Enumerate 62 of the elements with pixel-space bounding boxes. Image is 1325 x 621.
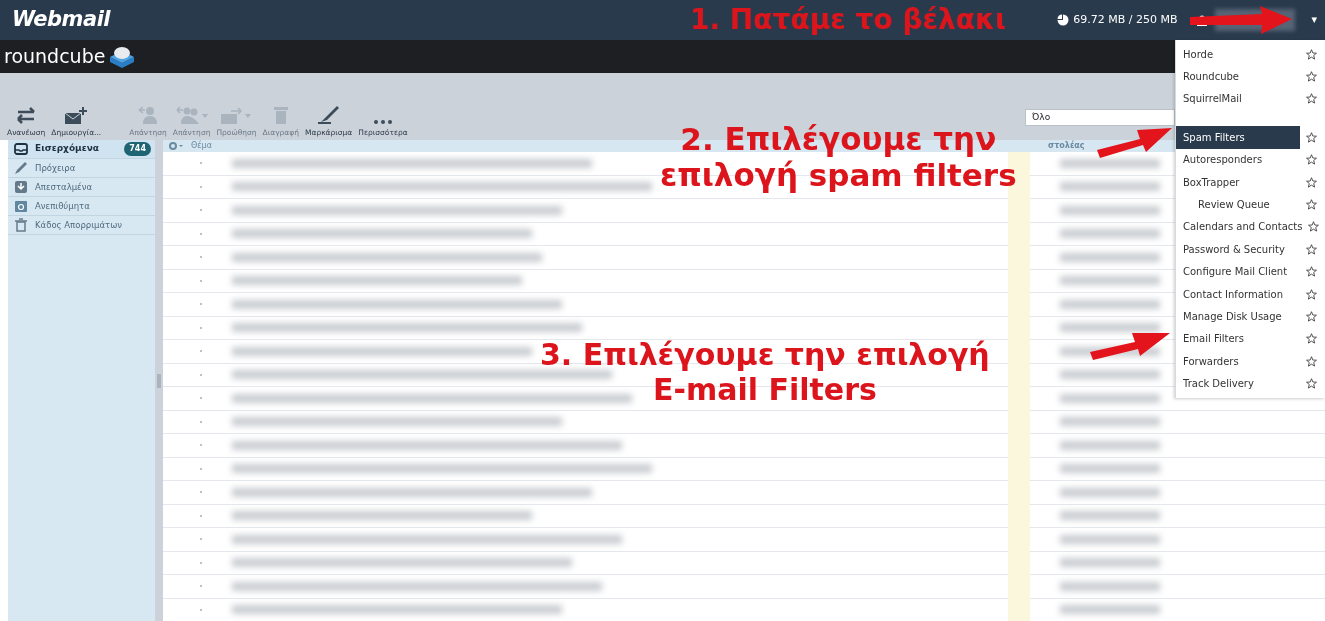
envelope-arrow-icon [221, 106, 243, 124]
menu-item[interactable]: Autoresponders [1176, 148, 1306, 171]
gear-icon[interactable] [169, 142, 183, 150]
caret-icon [245, 113, 252, 118]
account-menu-toggle[interactable]: ▾ [1307, 11, 1321, 29]
unread-count: 744 [124, 142, 151, 156]
star-icon[interactable] [1306, 93, 1317, 105]
people-reply-icon [175, 105, 199, 124]
more-dots-icon [374, 119, 392, 124]
folder-item[interactable]: Πρόχειρα [8, 159, 155, 178]
annotation-text: 1. Πατάμε το βέλακι [690, 4, 1006, 37]
menu-item[interactable]: Manage Disk Usage [1176, 305, 1306, 328]
star-icon[interactable] [1306, 199, 1317, 211]
pencil-icon [14, 161, 28, 175]
folder-item[interactable]: Κάδος Απορριμάτων [8, 216, 155, 235]
menu-item[interactable]: SquirrelMail [1176, 87, 1306, 111]
menu-item[interactable]: Spam Filters [1176, 126, 1300, 149]
star-icon[interactable] [1306, 355, 1317, 367]
inbox-tray-icon [14, 142, 28, 156]
folder-item[interactable]: Εισερχόμενα 744 [8, 140, 155, 159]
star-icon[interactable] [1306, 48, 1317, 60]
menu-item[interactable]: Horde [1176, 43, 1306, 66]
star-icon[interactable] [1306, 71, 1317, 83]
star-icon[interactable] [1306, 333, 1317, 345]
annotation-text: 3. Επιλέγουμε την επιλογή E-mail Filters [540, 338, 990, 407]
caret-icon [201, 113, 208, 118]
menu-item[interactable]: Calendars and Contacts [1176, 215, 1309, 239]
person-reply-icon [138, 105, 159, 124]
menu-item[interactable]: Contact Information [1176, 282, 1306, 306]
star-icon[interactable] [1308, 221, 1320, 233]
menu-item[interactable]: Email Filters [1176, 327, 1306, 351]
star-icon[interactable] [1306, 311, 1317, 322]
menu-item[interactable]: Password & Security [1176, 238, 1306, 261]
pie-chart-icon [1057, 14, 1070, 26]
trash-icon [273, 106, 288, 124]
tray-arrow-icon [14, 180, 28, 194]
star-icon[interactable] [1306, 154, 1317, 166]
folder-item[interactable]: Απεσταλμένα [8, 178, 155, 197]
disk-quota: 69.72 MB / 250 MB [1073, 11, 1178, 28]
star-icon[interactable] [1306, 288, 1317, 300]
folder-item[interactable]: Ανεπιθύμητα [8, 197, 155, 216]
envelope-plus-icon [64, 105, 88, 124]
cube-icon [109, 44, 136, 69]
star-icon[interactable] [1306, 243, 1317, 255]
menu-item[interactable]: Track Delivery [1176, 372, 1306, 395]
splitter-grip-icon[interactable] [157, 373, 161, 388]
webmail-logo: Webmail [12, 6, 111, 34]
star-icon[interactable] [1306, 266, 1317, 278]
star-icon[interactable] [1306, 131, 1317, 143]
star-icon[interactable] [1306, 176, 1317, 188]
menu-item[interactable]: Roundcube [1176, 65, 1306, 88]
refresh-arrows-icon [17, 106, 36, 124]
pencil-icon [318, 104, 340, 124]
menu-item[interactable]: BoxTrapper [1176, 170, 1306, 194]
annotation-text: 2. Επιλέγουμε την επιλογή spam filters [660, 122, 1017, 194]
trash-icon [14, 218, 28, 232]
star-icon[interactable] [1306, 378, 1317, 390]
search-field[interactable]: Όλο [1025, 109, 1175, 126]
menu-item[interactable]: Forwarders [1176, 350, 1306, 373]
menu-item[interactable]: Review Queue [1176, 193, 1306, 216]
menu-item[interactable]: Configure Mail Client [1176, 260, 1306, 283]
roundcube-logo: roundcube [4, 44, 106, 70]
